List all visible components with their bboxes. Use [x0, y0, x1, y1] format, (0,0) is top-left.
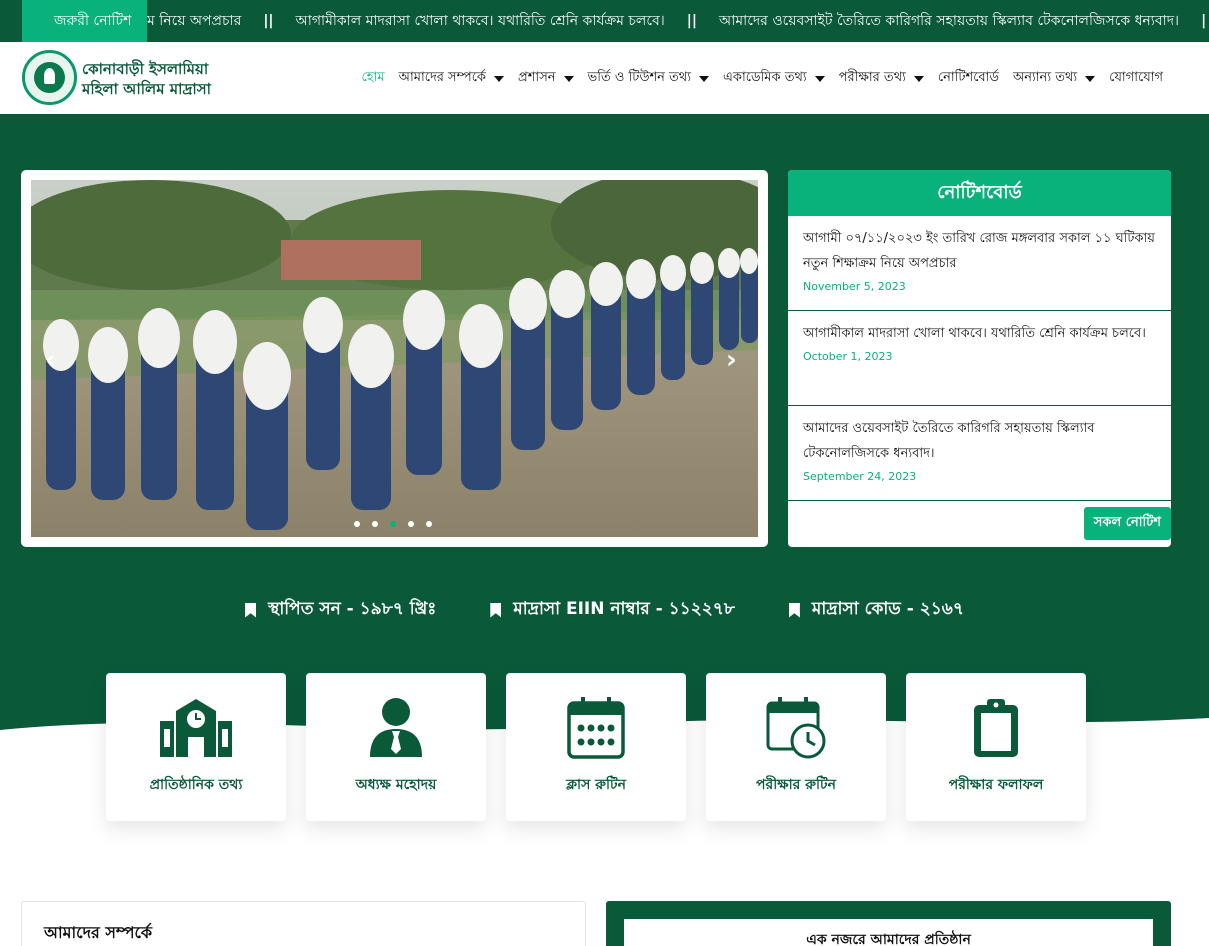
fact-text: স্থাপিত সন - ১৯৮৭ খ্রিঃ	[268, 599, 437, 619]
noticeboard-title: নোটিশবোর্ড	[788, 170, 1171, 216]
card-principal[interactable]: অধ্যক্ষ মহোদয়	[306, 673, 486, 821]
slider-dot[interactable]	[408, 521, 414, 527]
card-exam-results[interactable]: পরীক্ষার ফলাফল	[906, 673, 1086, 821]
hero-section: ‹ › নোটিশবোর্ড আগামী ০৭/১১/২০২৩ ইং তারিখ…	[0, 114, 1209, 754]
nav-item-contact[interactable]: যোগাযোগ	[1109, 68, 1163, 89]
madrasa-logo[interactable]	[22, 50, 77, 105]
slider-dot-active[interactable]	[390, 521, 396, 527]
at-a-glance-title: এক নজরে আমাদের প্রতিষ্ঠান	[806, 932, 971, 946]
at-a-glance-box: এক নজরে আমাদের প্রতিষ্ঠান	[624, 919, 1153, 946]
notice-date: November 5, 2023	[803, 280, 906, 293]
notice-item: আমাদের ওয়েবসাইট তৈরিতে কারিগরি সহায়তায…	[788, 406, 1171, 501]
card-label: ক্লাস রুটিন	[566, 777, 626, 793]
about-section: আমাদের সম্পর্কে	[21, 901, 586, 946]
caret-down-icon	[814, 76, 825, 82]
ticker-label: জরুরী নোটিশ	[22, 0, 147, 42]
nav-label: ভর্তি ও টিউশন তথ্য	[587, 69, 691, 85]
at-a-glance-section: এক নজরে আমাদের প্রতিষ্ঠান	[606, 901, 1171, 946]
institution-facts: স্থাপিত সন - ১৯৮৭ খ্রিঃ মাদ্রাসা EIIN না…	[0, 596, 1209, 624]
nav-item-academic[interactable]: একাডেমিক তথ্য	[723, 68, 825, 89]
logo-emblem	[34, 62, 65, 93]
nav-label: প্রশাসন	[518, 69, 556, 85]
ticker-separator: ||	[686, 13, 698, 29]
school-icon	[160, 699, 232, 757]
students-assembly-photo	[31, 180, 758, 537]
nav-label: পরীক্ষার তথ্য	[838, 69, 906, 85]
slider-dot[interactable]	[372, 521, 378, 527]
card-label: অধ্যক্ষ মহোদয়	[355, 777, 437, 793]
quick-links: প্রাতিষ্ঠানিক তথ্য অধ্যক্ষ মহোদয় ক্লাস …	[106, 673, 1086, 821]
card-label: প্রাতিষ্ঠানিক তথ্য	[149, 777, 243, 793]
ticker-separator: |	[1201, 13, 1207, 29]
bookmark-icon	[788, 602, 800, 618]
about-title: আমাদের সম্পর্কে	[44, 923, 153, 942]
card-label: পরীক্ষার ফলাফল	[948, 777, 1044, 793]
site-header: কোনাবাড়ী ইসলামিয়া মহিলা আলিম মাদ্রাসা …	[0, 42, 1209, 114]
slider-next-button[interactable]: ›	[726, 347, 746, 373]
slider-dot[interactable]	[426, 521, 432, 527]
nav-item-other[interactable]: অন্যান্য তথ্য	[1013, 68, 1096, 89]
card-label: পরীক্ষার রুটিন	[756, 777, 836, 793]
site-name-line1: কোনাবাড়ী ইসলামিয়া	[82, 60, 209, 78]
fact-code: মাদ্রাসা কোড - ২১৬৭	[788, 596, 964, 624]
nav-label: একাডেমিক তথ্য	[723, 69, 807, 85]
notice-item: আগামীকাল মাদরাসা খোলা থাকবে। যথারিতি শ্র…	[788, 311, 1171, 406]
clipboard-icon	[974, 699, 1018, 757]
image-slider: ‹ ›	[21, 170, 768, 547]
nav-item-administration[interactable]: প্রশাসন	[518, 68, 574, 89]
bookmark-icon	[245, 602, 257, 618]
fact-eiin: মাদ্রাসা EIIN নাম্বার - ১১২২৭৮	[490, 596, 735, 624]
user-tie-icon	[370, 698, 422, 757]
caret-down-icon	[913, 76, 924, 82]
site-name-line2: মহিলা আলিম মাদ্রাসা	[82, 80, 212, 98]
noticeboard-panel: নোটিশবোর্ড আগামী ০৭/১১/২০২৩ ইং তারিখ রোজ…	[788, 170, 1171, 547]
nav-label: নোটিশবোর্ড	[937, 69, 999, 85]
ticker-item[interactable]: আগামীকাল মাদরাসা খোলা থাকবে। যথারিতি শ্র…	[296, 0, 665, 42]
fact-established: স্থাপিত সন - ১৯৮৭ খ্রিঃ	[245, 596, 436, 624]
nav-item-home[interactable]: হোম	[361, 68, 384, 89]
card-class-routine[interactable]: ক্লাস রুটিন	[506, 673, 686, 821]
ticker-item[interactable]: ম নিয়ে অপপ্রচার	[147, 0, 241, 42]
card-exam-routine[interactable]: পরীক্ষার রুটিন	[706, 673, 886, 821]
nav-item-admission[interactable]: ভর্তি ও টিউশন তথ্য	[588, 68, 709, 89]
ticker-item[interactable]: আমাদের ওয়েবসাইট তৈরিতে কারিগরি সহায়তায…	[719, 0, 1179, 42]
fact-text: মাদ্রাসা কোড - ২১৬৭	[811, 599, 964, 619]
ticker-separator: ||	[263, 13, 274, 29]
calendar-clock-icon	[766, 697, 826, 759]
ticker-content: ম নিয়ে অপপ্রচার || আগামীকাল মাদরাসা খোলা …	[147, 0, 1209, 42]
fact-text: মাদ্রাসা EIIN নাম্বার - ১১২২৭৮	[513, 599, 735, 619]
notice-item: আগামী ০৭/১১/২০২৩ ইং তারিখ রোজ মঙ্গলবার স…	[788, 216, 1171, 311]
calendar-icon	[567, 697, 625, 759]
caret-down-icon	[1085, 76, 1096, 82]
slider-dot[interactable]	[354, 521, 360, 527]
nav-label: আমাদের সম্পর্কে	[398, 69, 487, 85]
all-notices-button[interactable]: সকল নোটিশ	[1083, 507, 1171, 540]
slider-pagination	[354, 521, 432, 527]
notice-title-link[interactable]: আগামী ০৭/১১/২০২৩ ইং তারিখ রোজ মঙ্গলবার স…	[803, 226, 1157, 276]
site-name[interactable]: কোনাবাড়ী ইসলামিয়া মহিলা আলিম মাদ্রাসা	[82, 59, 211, 99]
notice-title-link[interactable]: আগামীকাল মাদরাসা খোলা থাকবে। যথারিতি শ্র…	[803, 321, 1157, 346]
slider-prev-button[interactable]: ‹	[45, 347, 65, 373]
urgent-notice-ticker: জরুরী নোটিশ ম নিয়ে অপপ্রচার || আগামীকাল ম…	[0, 0, 1209, 42]
notice-date: September 24, 2023	[803, 470, 917, 483]
nav-label: হোম	[361, 69, 385, 85]
bookmark-icon	[490, 602, 502, 618]
caret-down-icon	[699, 76, 709, 82]
main-nav: হোম আমাদের সম্পর্কে প্রশাসন ভর্তি ও টিউশ…	[361, 42, 1163, 114]
caret-down-icon	[494, 76, 505, 82]
notice-date: October 1, 2023	[803, 350, 893, 363]
nav-label: যোগাযোগ	[1109, 69, 1163, 85]
slide-image: ‹ ›	[31, 180, 758, 537]
ticker-track: ম নিয়ে অপপ্রচার || আগামীকাল মাদরাসা খোলা …	[147, 0, 1209, 42]
nav-label: অন্যান্য তথ্য	[1013, 69, 1078, 85]
nav-item-exam[interactable]: পরীক্ষার তথ্য	[839, 68, 924, 89]
card-institution-info[interactable]: প্রাতিষ্ঠানিক তথ্য	[106, 673, 286, 821]
caret-down-icon	[563, 76, 574, 82]
notice-title-link[interactable]: আমাদের ওয়েবসাইট তৈরিতে কারিগরি সহায়তায…	[803, 416, 1157, 466]
nav-item-noticeboard[interactable]: নোটিশবোর্ড	[938, 68, 999, 89]
nav-item-about[interactable]: আমাদের সম্পর্কে	[398, 68, 505, 89]
